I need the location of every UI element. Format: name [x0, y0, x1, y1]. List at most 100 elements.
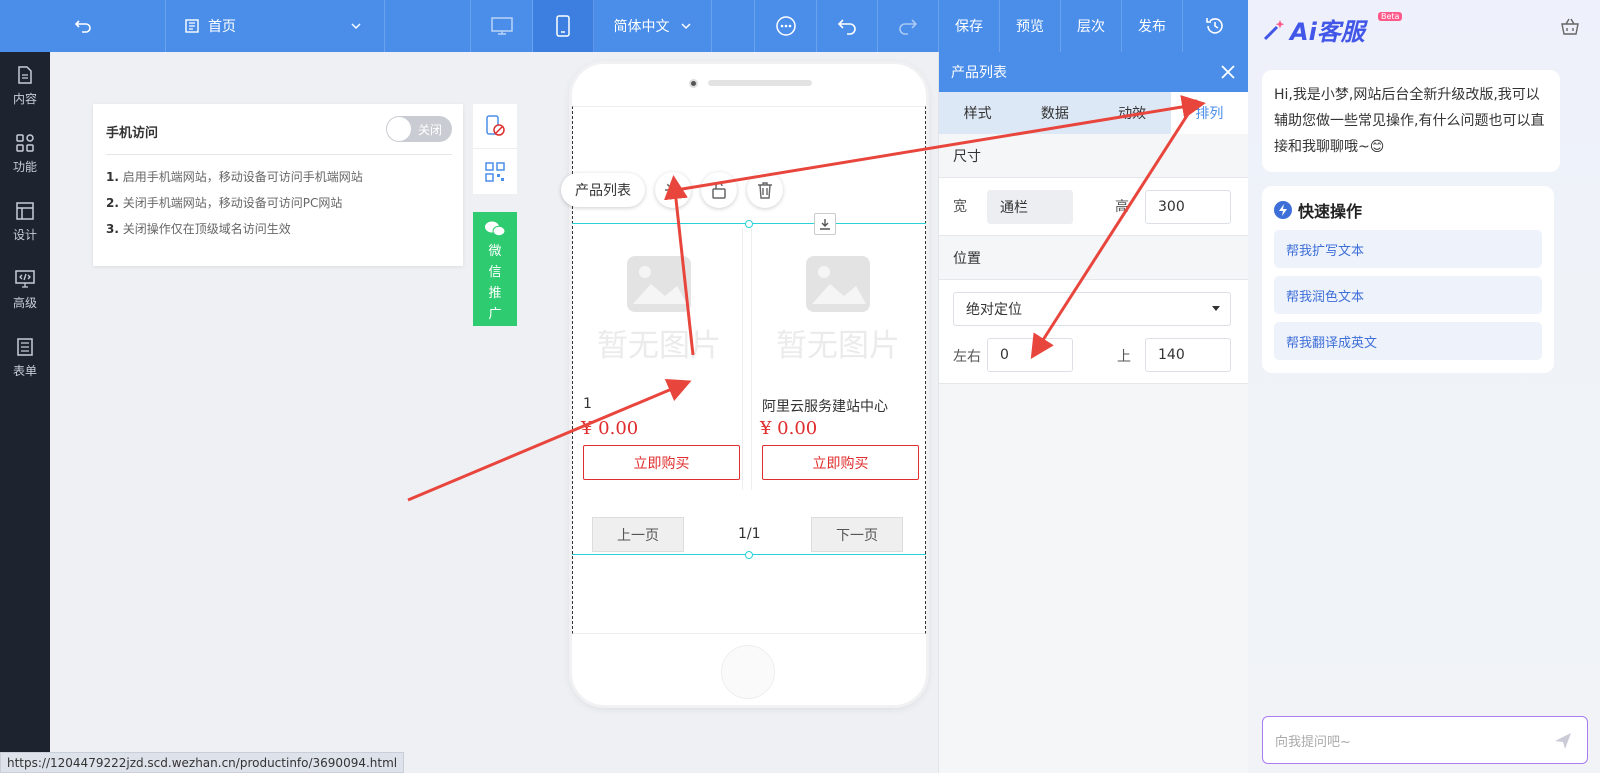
layers-button[interactable]: 层次	[1061, 0, 1122, 52]
redo-button[interactable]	[878, 0, 939, 52]
undo-button[interactable]	[817, 0, 878, 52]
svg-text:暂无图片: 暂无图片	[597, 328, 721, 364]
top-label: 上	[1117, 349, 1131, 365]
mobile-access-title: 手机访问	[106, 126, 159, 141]
delete-button[interactable]	[747, 172, 783, 208]
chevron-down-icon	[351, 23, 361, 30]
product-card[interactable]: 暂无图片 1 ¥ 0.00 立即购买	[575, 228, 743, 490]
redo-icon	[899, 19, 918, 35]
qrcode-button[interactable]	[473, 149, 517, 194]
sidebar-item-features[interactable]: 功能	[0, 120, 50, 188]
lightning-icon	[1274, 201, 1292, 219]
sidebar-item-content[interactable]: 内容	[0, 52, 50, 120]
quick-actions-title: 快速操作	[1274, 198, 1362, 222]
code-monitor-icon	[15, 270, 35, 288]
more-button[interactable]	[755, 0, 817, 52]
status-url: https://1204479222jzd.scd.wezhan.cn/prod…	[0, 752, 405, 773]
quick-action-polish[interactable]: 帮我润色文本	[1274, 276, 1542, 314]
unlock-icon	[712, 182, 726, 199]
ai-brand: Ai客服	[1290, 18, 1365, 46]
left-right-field[interactable]: 0	[987, 338, 1073, 372]
component-label[interactable]: 产品列表	[561, 173, 645, 207]
settings-button[interactable]	[655, 172, 691, 208]
ai-greeting-bubble: Hi,我是小梦,网站后台全新升级改版,我可以辅助您做一些常见操作,有什么问题也可…	[1262, 70, 1560, 172]
basket-icon[interactable]	[1559, 16, 1581, 36]
mobile-access-toggle[interactable]: 关闭	[386, 116, 452, 142]
mobile-disabled-icon	[486, 115, 505, 136]
layout-icon	[16, 202, 34, 220]
position-section-title: 位置	[939, 236, 1248, 280]
buy-now-button[interactable]: 立即购买	[583, 445, 740, 480]
download-anchor-button[interactable]	[814, 213, 836, 235]
ai-logo: Ai客服	[1262, 12, 1365, 47]
language-selector[interactable]: 简体中文	[594, 0, 712, 52]
ai-assistant-panel: Ai客服 Beta Hi,我是小梦,网站后台全新升级改版,我可以辅助您做一些常见…	[1248, 0, 1600, 773]
ai-question-input[interactable]: 向我提问吧~	[1262, 716, 1588, 764]
position-mode-select[interactable]: 绝对定位	[953, 292, 1231, 326]
phone-home-button	[721, 645, 775, 699]
prev-page-button[interactable]: 上一页	[592, 517, 684, 552]
product-name[interactable]: 1	[583, 396, 592, 412]
product-name[interactable]: 阿里云服务建站中心	[762, 396, 888, 416]
next-page-button[interactable]: 下一页	[811, 517, 903, 552]
publish-button[interactable]: 发布	[1122, 0, 1183, 52]
resize-handle-top[interactable]	[745, 220, 753, 228]
mobile-view-button[interactable]	[533, 0, 594, 52]
send-icon[interactable]	[1553, 731, 1573, 751]
history-button[interactable]	[1183, 0, 1246, 52]
quick-action-expand[interactable]: 帮我扩写文本	[1274, 230, 1542, 268]
sidebar-item-label: 内容	[12, 92, 37, 106]
desktop-view-button[interactable]	[471, 0, 533, 52]
buy-now-button[interactable]: 立即购买	[762, 445, 919, 480]
quick-actions-card: 快速操作 帮我扩写文本 帮我润色文本 帮我翻译成英文	[1262, 186, 1554, 373]
quick-action-translate[interactable]: 帮我翻译成英文	[1274, 322, 1542, 360]
sidebar-item-label: 表单	[12, 364, 37, 378]
tab-arrange[interactable]: 排列	[1170, 92, 1248, 134]
property-panel: 产品列表 样式 数据 动效 排列 尺寸 宽 通栏 高 300 位置 绝对定位 左…	[938, 52, 1248, 773]
height-label: 高	[1115, 199, 1129, 215]
product-card[interactable]: 暂无图片 阿里云服务建站中心 ¥ 0.00 立即购买	[754, 228, 922, 490]
divider	[106, 154, 452, 155]
mobile-icon	[556, 15, 570, 37]
height-field[interactable]: 300	[1145, 190, 1231, 224]
top-toolbar: 首页 简体中文 保存 预览 层次 发布	[0, 0, 1248, 52]
page-selector[interactable]: 首页	[166, 0, 385, 52]
left-sidebar: 内容 功能 设计 高级 表单	[0, 52, 50, 773]
resize-handle-bottom[interactable]	[745, 551, 753, 559]
size-section-title: 尺寸	[939, 134, 1248, 178]
width-label: 宽	[953, 199, 967, 215]
property-panel-title: 产品列表	[951, 65, 1007, 81]
tab-animation[interactable]: 动效	[1094, 92, 1171, 134]
magic-wand-icon	[1263, 19, 1285, 40]
width-field[interactable]: 通栏	[987, 190, 1073, 224]
tab-style[interactable]: 样式	[939, 92, 1016, 134]
save-button[interactable]: 保存	[939, 0, 1000, 52]
undo-icon	[837, 19, 856, 35]
download-icon	[820, 219, 830, 230]
sidebar-item-design[interactable]: 设计	[0, 188, 50, 256]
sidebar-item-forms[interactable]: 表单	[0, 324, 50, 392]
toggle-label: 关闭	[418, 123, 443, 137]
tab-data[interactable]: 数据	[1016, 92, 1093, 134]
back-button[interactable]	[0, 0, 166, 52]
sidebar-item-label: 设计	[12, 228, 37, 242]
property-panel-header: 产品列表	[939, 52, 1248, 92]
top-field[interactable]: 140	[1145, 338, 1231, 372]
grid-icon	[16, 134, 34, 152]
mobile-side-tools	[473, 104, 517, 194]
page-icon	[185, 19, 199, 33]
caret-down-icon	[1212, 306, 1220, 311]
undo-back-icon	[74, 20, 91, 33]
product-price: ¥ 0.00	[760, 418, 818, 439]
preview-button[interactable]: 预览	[1000, 0, 1061, 52]
close-icon[interactable]	[1220, 64, 1236, 80]
component-toolbar: 产品列表	[561, 172, 783, 208]
note-item: 1. 启用手机端网站，移动设备可访问手机端网站	[106, 170, 363, 184]
lock-button[interactable]	[701, 172, 737, 208]
phone-speaker	[708, 80, 812, 86]
no-image-placeholder: 暂无图片	[776, 256, 900, 364]
chevron-down-icon	[680, 23, 691, 30]
disable-mobile-button[interactable]	[473, 104, 517, 149]
sidebar-item-advanced[interactable]: 高级	[0, 256, 50, 324]
wechat-promo-button[interactable]: 微 信 推 广	[473, 212, 517, 326]
